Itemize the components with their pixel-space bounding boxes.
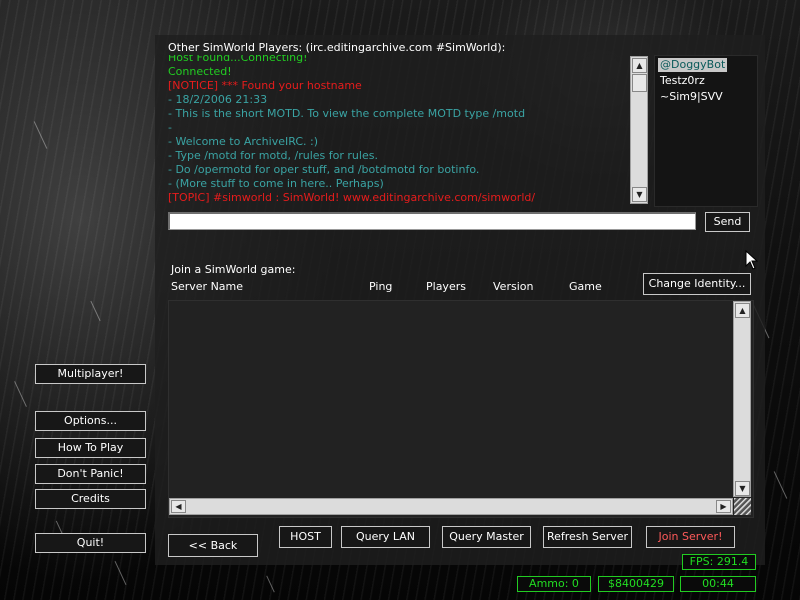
chat-line: - Type /motd for motd, /rules for rules. [168,149,378,162]
scroll-left-icon[interactable]: ◀ [171,500,186,513]
user-list-item[interactable]: ~Sim9|SVV [658,90,725,104]
credits-button[interactable]: Credits [35,489,146,509]
mouse-cursor-icon [745,250,759,270]
host-button[interactable]: HOST [279,526,332,548]
column-header-server-name[interactable]: Server Name [171,280,243,293]
chat-input[interactable] [168,212,696,230]
chat-line: - Welcome to ArchiveIRC. :) [168,135,318,148]
scroll-up-icon[interactable]: ▲ [735,303,750,318]
chat-title: Other SimWorld Players: (irc.editingarch… [168,41,506,54]
scroll-thumb[interactable] [632,74,647,92]
change-identity-button[interactable]: Change Identity... [643,273,751,295]
chat-line: Host Found...Connecting! [168,55,308,64]
join-server-button[interactable]: Join Server! [646,526,735,548]
query-lan-button[interactable]: Query LAN [341,526,430,548]
server-list-hscrollbar[interactable]: ◀ ▶ [169,498,733,515]
server-list[interactable] [168,300,754,518]
scroll-down-icon[interactable]: ▼ [735,481,750,496]
query-master-button[interactable]: Query Master [442,526,531,548]
scroll-down-icon[interactable]: ▼ [632,187,647,202]
refresh-server-button[interactable]: Refresh Server [543,526,632,548]
options-button[interactable]: Options... [35,411,146,431]
user-list-item[interactable]: Testz0rz [658,74,707,88]
multiplayer-button[interactable]: Multiplayer! [35,364,146,384]
back-button[interactable]: << Back [168,534,258,557]
quit-button[interactable]: Quit! [35,533,146,553]
chat-line: - Do /opermotd for oper stuff, and /botd… [168,163,480,176]
chat-scrollbar[interactable]: ▲ ▼ [630,56,648,204]
money-counter: $8400429 [598,576,674,592]
chat-line: - 18/2/2006 21:33 [168,93,268,106]
time-counter: 00:44 [680,576,756,592]
scroll-up-icon[interactable]: ▲ [632,58,647,73]
chat-line: - [168,121,172,134]
chat-line: Connected! [168,65,232,78]
scroll-right-icon[interactable]: ▶ [716,500,731,513]
column-header-version[interactable]: Version [493,280,533,293]
dont-panic-button[interactable]: Don't Panic! [35,464,146,484]
resize-grip-icon[interactable] [734,498,751,515]
chat-line: [NOTICE] *** Found your hostname [168,79,362,92]
chat-line: - (More stuff to come in here.. Perhaps) [168,177,384,190]
chat-log: Host Found...Connecting! Connected! [NOTIC… [168,55,628,205]
send-button[interactable]: Send [705,212,750,232]
server-list-vscrollbar[interactable]: ▲ ▼ [733,301,751,497]
ammo-counter: Ammo: 0 [517,576,591,592]
column-header-players[interactable]: Players [426,280,466,293]
user-list[interactable]: @DoggyBot Testz0rz ~Sim9|SVV [654,55,758,207]
chat-line: - This is the short MOTD. To view the co… [168,107,526,120]
how-to-play-button[interactable]: How To Play [35,438,146,458]
chat-line: [TOPIC] #simworld : SimWorld! www.editin… [168,191,536,204]
column-header-game[interactable]: Game [569,280,602,293]
fps-counter: FPS: 291.4 [682,554,756,570]
column-header-ping[interactable]: Ping [369,280,392,293]
user-list-item[interactable]: @DoggyBot [658,58,728,72]
server-list-title: Join a SimWorld game: [171,263,296,276]
